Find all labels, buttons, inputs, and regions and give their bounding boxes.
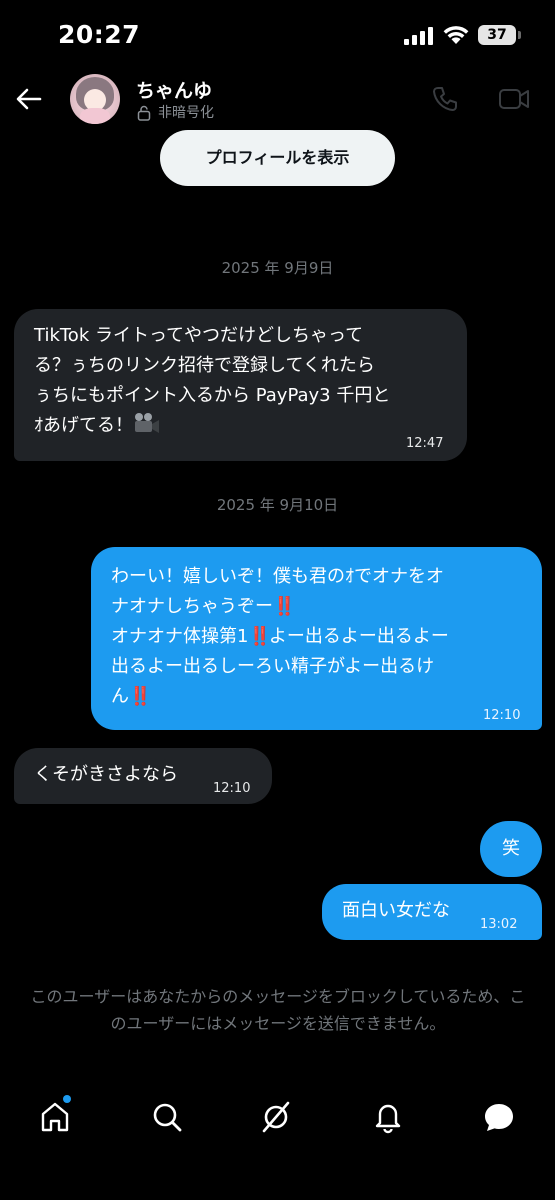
message-bubble-outgoing[interactable]: わーい！嬉しいぞ！僕も君のｵでオナをオ ナオナしちゃうぞー‼️ オナオナ体操第1… [91, 547, 542, 730]
conversation-header: ちゃんゆ 非暗号化 [0, 72, 555, 128]
cellular-signal-icon [404, 27, 433, 45]
message-text: 笑 [502, 838, 520, 859]
double-exclamation-icon: ‼️ [129, 686, 151, 707]
battery-indicator: 37 [478, 25, 516, 45]
notifications-icon[interactable] [371, 1100, 405, 1134]
message-line: TikTok ライトってやつだけどしちゃって [34, 325, 364, 346]
back-arrow-icon[interactable] [14, 84, 44, 114]
message-line: ナオナしちゃうぞー‼️ [111, 596, 295, 617]
encryption-status: 非暗号化 [158, 105, 214, 121]
bottom-nav [0, 1090, 555, 1146]
wifi-icon [443, 26, 469, 44]
home-icon[interactable] [38, 1100, 72, 1134]
message-text: くそがきさよなら [34, 764, 178, 785]
message-line: ん‼️ [111, 686, 151, 707]
message-line: ｵあげてる！ [34, 411, 467, 441]
grok-icon[interactable] [259, 1100, 293, 1134]
message-line: わーい！嬉しいぞ！僕も君のｵでオナをオ [111, 566, 444, 587]
message-timestamp: 12:47 [406, 436, 444, 451]
date-separator: 2025 年 9月9日 [221, 259, 334, 277]
message-bubble-incoming[interactable]: くそがきさよなら 12:10 [14, 748, 272, 804]
messages-icon[interactable] [482, 1100, 516, 1134]
message-timestamp: 13:02 [480, 917, 518, 932]
avatar[interactable] [70, 74, 120, 124]
movie-camera-icon [135, 413, 159, 433]
message-text: 面白い女だな [342, 900, 450, 921]
message-timestamp: 12:10 [213, 781, 251, 796]
message-bubble-incoming[interactable]: TikTok ライトってやつだけどしちゃって る？ぅちのリンク招待で登録してくれ… [14, 309, 467, 461]
blocked-notice: このユーザーはあなたからのメッセージをブロックしているため、このユーザーにはメッ… [30, 987, 526, 1033]
phone-icon[interactable] [430, 84, 460, 114]
message-line: オナオナ体操第1‼️よー出るよー出るよー [111, 626, 449, 647]
contact-name[interactable]: ちゃんゆ [136, 76, 212, 103]
message-line: ぅちにもポイント入るから PayPay3 千円と [34, 385, 391, 406]
message-bubble-outgoing[interactable]: 面白い女だな 13:02 [322, 884, 542, 940]
message-timestamp: 12:10 [483, 708, 521, 723]
video-icon[interactable] [498, 86, 530, 112]
home-indicator [186, 1182, 370, 1188]
message-line: る？ぅちのリンク招待で登録してくれたら [34, 355, 375, 376]
double-exclamation-icon: ‼️ [248, 626, 270, 647]
double-exclamation-icon: ‼️ [273, 596, 295, 617]
view-profile-button[interactable]: プロフィールを表示 [160, 130, 395, 186]
home-notification-dot [63, 1095, 71, 1103]
message-bubble-outgoing[interactable]: 笑 [480, 821, 542, 877]
status-time: 20:27 [58, 20, 141, 49]
search-icon[interactable] [150, 1100, 184, 1134]
date-separator: 2025 年 9月10日 [216, 496, 339, 514]
message-line: 出るよー出るしーろい精子がよー出るけ [111, 656, 435, 677]
lock-icon [137, 105, 151, 121]
status-bar: 20:27 37 [0, 0, 555, 72]
battery-tip [518, 31, 521, 39]
